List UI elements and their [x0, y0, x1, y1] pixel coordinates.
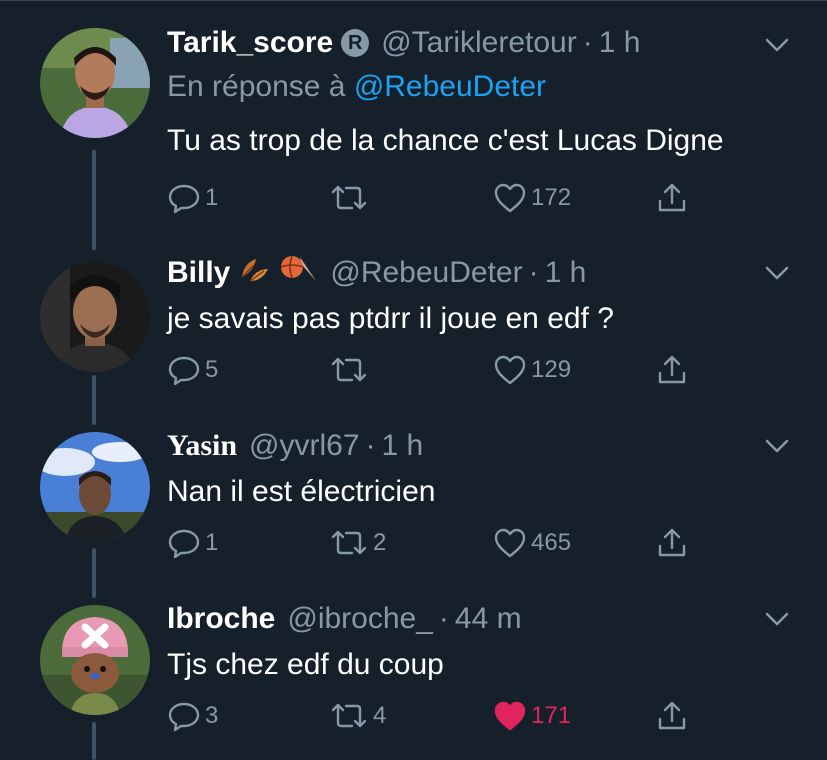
heart-icon [494, 355, 526, 385]
avatar[interactable] [40, 28, 150, 138]
retweet-button[interactable] [329, 350, 373, 390]
separator-dot: · [365, 429, 376, 462]
reply-count: 1 [205, 184, 219, 211]
retweet-icon [331, 703, 367, 728]
share-button[interactable] [655, 178, 689, 218]
share-icon [658, 528, 686, 557]
timestamp[interactable]: 1 h [599, 26, 641, 60]
like-button[interactable]: 172 [493, 178, 571, 218]
heart-icon [494, 183, 526, 213]
tweet-actions: 1 172 [167, 178, 727, 218]
tweet-actions: 3 4 171 [167, 696, 727, 736]
like-count: 172 [531, 184, 572, 211]
tweet[interactable]: Ibroche @ibroche_ · 44 m Tjs chez edf du… [0, 578, 827, 751]
tweet[interactable]: Billy @RebeuDeter · 1 h je savais pas pt… [0, 232, 827, 405]
retweet-icon [331, 185, 367, 210]
share-button[interactable] [655, 523, 689, 563]
reply-icon [168, 184, 200, 214]
like-button[interactable]: 129 [493, 350, 571, 390]
separator-dot: · [438, 602, 449, 635]
like-count: 171 [531, 702, 572, 729]
reply-button[interactable]: 1 [167, 523, 218, 563]
retweet-button[interactable] [329, 178, 373, 218]
avatar[interactable] [40, 605, 150, 715]
like-button[interactable]: 465 [493, 523, 571, 563]
tweet-text: Tu as trop de la chance c'est Lucas Dign… [167, 124, 724, 157]
share-icon [658, 701, 686, 730]
reply-button[interactable]: 1 [167, 178, 218, 218]
like-count: 129 [531, 356, 572, 383]
like-button[interactable]: 171 [493, 696, 571, 736]
separator-dot: · [528, 256, 539, 289]
share-icon [658, 355, 686, 384]
tweet-header: Tarik_score R @Tarikleretour · 1 h [167, 22, 640, 64]
separator-dot: · [582, 26, 593, 59]
tweet-actions: 5 129 [167, 350, 727, 390]
reply-prefix: En réponse à [167, 70, 346, 103]
username[interactable]: @RebeuDeter [330, 256, 522, 290]
reply-button[interactable]: 5 [167, 350, 218, 390]
share-button[interactable] [655, 350, 689, 390]
reply-button[interactable]: 3 [167, 696, 218, 736]
chevron-down-icon[interactable] [762, 431, 792, 461]
timestamp[interactable]: 44 m [455, 602, 522, 636]
tweet-header: Billy @RebeuDeter · 1 h [167, 252, 586, 294]
avatar[interactable] [40, 432, 150, 542]
retweet-button[interactable]: 4 [329, 696, 386, 736]
display-name[interactable]: Tarik_score [167, 26, 333, 60]
tweet-header: Yasin @yvrl67 · 1 h [167, 425, 423, 467]
tweet[interactable]: Tarik_score R @Tarikleretour · 1 h En ré… [0, 0, 827, 214]
tweet-actions: 1 2 465 [167, 523, 727, 563]
reply-icon [168, 356, 200, 386]
username[interactable]: @ibroche_ [287, 602, 433, 636]
username[interactable]: @Tarikleretour [381, 26, 577, 60]
heart-icon [494, 528, 526, 558]
fallen-leaves-emoji [238, 253, 270, 293]
avatar[interactable] [40, 262, 150, 372]
timestamp[interactable]: 1 h [382, 429, 424, 463]
tweet-text: je savais pas ptdrr il joue en edf ? [167, 302, 614, 335]
retweet-count: 4 [373, 702, 387, 729]
chevron-down-icon[interactable] [762, 30, 792, 60]
tweet-text: Tjs chez edf du coup [167, 648, 444, 681]
retweet-button[interactable]: 2 [329, 523, 386, 563]
timestamp[interactable]: 1 h [545, 256, 587, 290]
tweet-header: Ibroche @ibroche_ · 44 m [167, 598, 522, 640]
reply-icon [168, 702, 200, 732]
like-count: 465 [531, 529, 572, 556]
reply-count: 3 [205, 702, 219, 729]
username[interactable]: @yvrl67 [249, 429, 359, 463]
tweet-text: Nan il est électricien [167, 475, 436, 508]
reply-count: 5 [205, 356, 219, 383]
retweet-icon [331, 530, 367, 555]
share-button[interactable] [655, 696, 689, 736]
registered-badge-icon: R [341, 29, 370, 57]
chevron-down-icon[interactable] [762, 258, 792, 288]
retweet-icon [331, 357, 367, 382]
reply-mention-link[interactable]: @RebeuDeter [354, 70, 546, 103]
basketball-emoji [278, 253, 318, 293]
retweet-count: 2 [373, 529, 387, 556]
tweet[interactable]: Yasin @yvrl67 · 1 h Nan il est électrici… [0, 405, 827, 578]
reply-context: En réponse à @RebeuDeter [167, 70, 546, 104]
chevron-down-icon[interactable] [762, 604, 792, 634]
reply-icon [168, 529, 200, 559]
heart-filled-icon [494, 701, 526, 731]
display-name[interactable]: Ibroche [167, 602, 275, 636]
share-icon [658, 183, 686, 212]
reply-count: 1 [205, 529, 219, 556]
display-name[interactable]: Billy [167, 256, 230, 290]
display-name[interactable]: Yasin [167, 429, 237, 463]
